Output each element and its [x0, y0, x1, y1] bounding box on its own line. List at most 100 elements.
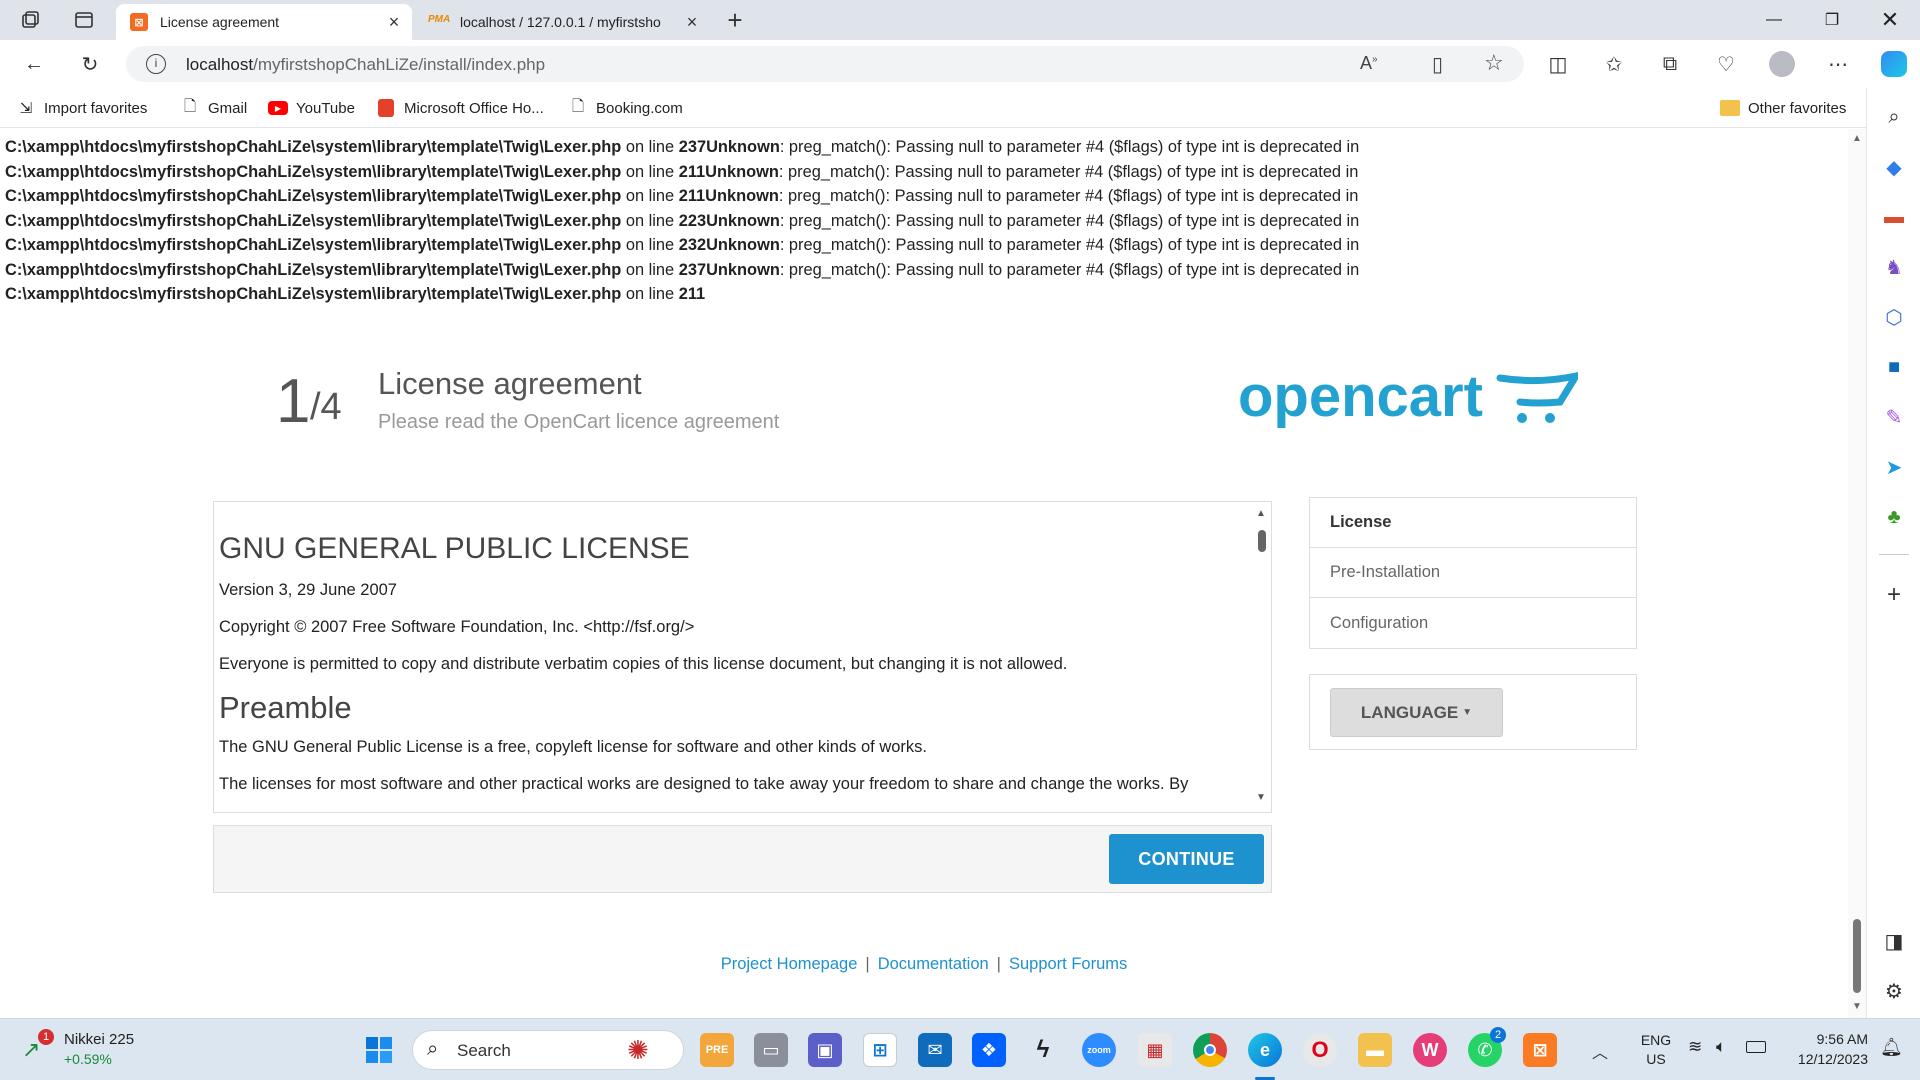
workspaces-icon[interactable] [20, 10, 40, 30]
tree-icon[interactable]: ♣ [1881, 504, 1907, 530]
close-window-button[interactable]: ✕ [1862, 0, 1918, 40]
page-icon: 🗋 [571, 97, 585, 115]
license-scrollbar[interactable]: ▲ ▼ [1253, 502, 1271, 812]
outlook-icon[interactable]: ■ [1881, 354, 1907, 380]
php-error-log: C:\xampp\htdocs\myfirstshopChahLiZe\syst… [5, 135, 1445, 307]
favorite-booking[interactable]: 🗋 Booking.com [568, 96, 683, 120]
lightning-app-icon[interactable]: ϟ [1026, 1033, 1060, 1067]
clock[interactable]: 9:56 AM 12/12/2023 [1782, 1029, 1868, 1069]
xampp-icon[interactable]: ⊠ [1523, 1033, 1557, 1067]
error-file-path: C:\xampp\htdocs\myfirstshopChahLiZe\syst… [5, 138, 622, 156]
new-tab-button[interactable]: + [720, 6, 750, 36]
wps-office-icon[interactable]: W [1413, 1033, 1447, 1067]
file-explorer-icon[interactable]: ▬ [1358, 1033, 1392, 1067]
step-configuration[interactable]: Configuration [1310, 598, 1636, 648]
zoom-icon[interactable]: zoom [1082, 1033, 1116, 1067]
sidebar-divider [1879, 554, 1909, 555]
scroll-down-icon[interactable]: ▼ [1256, 792, 1266, 803]
read-aloud-icon[interactable]: A» [1360, 53, 1378, 74]
favorite-import[interactable]: ⇲ Import favorites [16, 96, 148, 120]
error-file-path: C:\xampp\htdocs\myfirstshopChahLiZe\syst… [5, 236, 622, 254]
other-favorites[interactable]: Other favorites [1720, 96, 1846, 120]
close-tab-icon[interactable]: × [384, 12, 404, 33]
favorite-star-icon[interactable]: ☆ [1484, 50, 1504, 76]
search-icon[interactable]: ⌕ [1881, 104, 1907, 130]
close-tab-icon[interactable]: × [682, 12, 702, 33]
collections-icon[interactable]: ⧉ [1652, 46, 1688, 82]
error-line-label: on line [621, 138, 679, 156]
task-view-icon[interactable]: ▭ [754, 1033, 788, 1067]
dropbox-icon[interactable]: ❖ [972, 1033, 1006, 1067]
refresh-icon[interactable]: ↻ [72, 46, 108, 82]
error-line: C:\xampp\htdocs\myfirstshopChahLiZe\syst… [5, 135, 1445, 160]
license-text-box[interactable]: GNU GENERAL PUBLIC LICENSE Version 3, 29… [213, 501, 1272, 813]
tab-license-agreement[interactable]: ⊠ License agreement × [116, 4, 412, 40]
tools-icon[interactable]: ▬ [1881, 204, 1907, 230]
input-language[interactable]: ENG US [1636, 1031, 1676, 1069]
copilot-icon[interactable] [1876, 46, 1912, 82]
support-forums-link[interactable]: Support Forums [1009, 955, 1127, 973]
page-scrollbar[interactable]: ▲ ▼ [1848, 129, 1866, 1018]
step-pre-installation[interactable]: Pre-Installation [1310, 548, 1636, 598]
tab-title: localhost / 127.0.0.1 / myfirstsho [460, 14, 661, 30]
show-hidden-icons-icon[interactable]: ︿ [1592, 1039, 1608, 1063]
step-license[interactable]: License [1310, 498, 1636, 548]
minimize-button[interactable]: — [1746, 0, 1802, 40]
favorite-youtube[interactable]: ▶ YouTube [268, 96, 355, 120]
scroll-up-icon[interactable]: ▲ [1852, 133, 1862, 144]
error-message: : preg_match(): Passing null to paramete… [779, 211, 1360, 230]
tab-phpmyadmin[interactable]: PMA localhost / 127.0.0.1 / myfirstsho × [414, 4, 710, 40]
scroll-thumb[interactable] [1258, 530, 1266, 552]
photos-icon[interactable]: ▦ [1138, 1033, 1172, 1067]
notifications-bell-icon[interactable]: 🔔︎ [1880, 1037, 1903, 1058]
taskbar-search[interactable]: ⌕ Search ✺ [412, 1030, 684, 1070]
step-number: 1 [276, 367, 311, 436]
volume-icon[interactable]: 🔈︎ [1716, 1037, 1726, 1057]
settings-gear-icon[interactable]: ⚙ [1881, 978, 1907, 1004]
hide-sidebar-icon[interactable]: ◨ [1881, 928, 1907, 954]
send-icon[interactable]: ➤ [1881, 454, 1907, 480]
stock-widget[interactable]: ↗ 1 Nikkei 225 +0.59% [22, 1029, 142, 1071]
tab-actions-icon[interactable] [74, 10, 94, 30]
opera-icon[interactable]: O [1303, 1033, 1337, 1067]
page-subtitle: Please read the OpenCart licence agreeme… [378, 411, 780, 433]
restore-button[interactable]: ❐ [1804, 0, 1860, 40]
chrome-icon[interactable] [1193, 1033, 1227, 1067]
mail-icon[interactable]: ✉ [918, 1033, 952, 1067]
battery-icon[interactable] [1746, 1041, 1766, 1053]
microsoft-store-icon[interactable]: ⊞ [863, 1033, 897, 1067]
favorite-office[interactable]: Microsoft Office Ho... [376, 96, 544, 120]
error-file-path: C:\xampp\htdocs\myfirstshopChahLiZe\syst… [5, 211, 622, 230]
designer-icon[interactable]: ✎ [1881, 404, 1907, 430]
task-manager-icon[interactable]: PRE [700, 1033, 734, 1067]
documentation-link[interactable]: Documentation [878, 955, 989, 973]
back-icon[interactable]: ← [16, 46, 52, 82]
microsoft365-icon[interactable]: ⬡ [1881, 304, 1907, 330]
favorites-icon[interactable]: ✩ [1596, 46, 1632, 82]
scroll-up-icon[interactable]: ▲ [1256, 508, 1266, 519]
wifi-icon[interactable]: ≋ [1688, 1037, 1702, 1057]
start-windows-icon[interactable] [362, 1033, 396, 1067]
site-info-icon[interactable]: i [146, 54, 166, 74]
project-homepage-link[interactable]: Project Homepage [721, 955, 858, 973]
add-sidebar-app-icon[interactable]: + [1881, 581, 1907, 608]
shopping-tag-icon[interactable]: ◆ [1881, 154, 1907, 180]
address-bar[interactable]: i localhost/myfirstshopChahLiZe/install/… [126, 46, 1524, 82]
scroll-thumb[interactable] [1853, 919, 1861, 993]
teams-icon[interactable]: ▣ [808, 1033, 842, 1067]
language-dropdown-button[interactable]: LANGUAGE ▼ [1330, 688, 1503, 737]
scroll-down-icon[interactable]: ▼ [1852, 1001, 1862, 1012]
browser-essentials-icon[interactable]: ♡ [1708, 46, 1744, 82]
browser-toolbar: ← ↻ i localhost/myfirstshopChahLiZe/inst… [0, 40, 1920, 88]
poinsettia-icon: ✺ [627, 1035, 649, 1065]
edge-icon[interactable]: e [1248, 1033, 1282, 1067]
split-screen-icon[interactable]: ◫ [1540, 46, 1576, 82]
games-icon[interactable]: ♞ [1881, 254, 1907, 280]
error-line: C:\xampp\htdocs\myfirstshopChahLiZe\syst… [5, 160, 1445, 185]
profile-avatar[interactable] [1764, 46, 1800, 82]
continue-button[interactable]: CONTINUE [1109, 834, 1264, 884]
more-menu-icon[interactable]: ⋯ [1820, 46, 1856, 82]
favorite-gmail[interactable]: 🗋 Gmail [180, 96, 247, 120]
whatsapp-badge: 2 [1490, 1027, 1506, 1043]
immersive-reader-icon[interactable]: ▯ [1432, 52, 1443, 77]
